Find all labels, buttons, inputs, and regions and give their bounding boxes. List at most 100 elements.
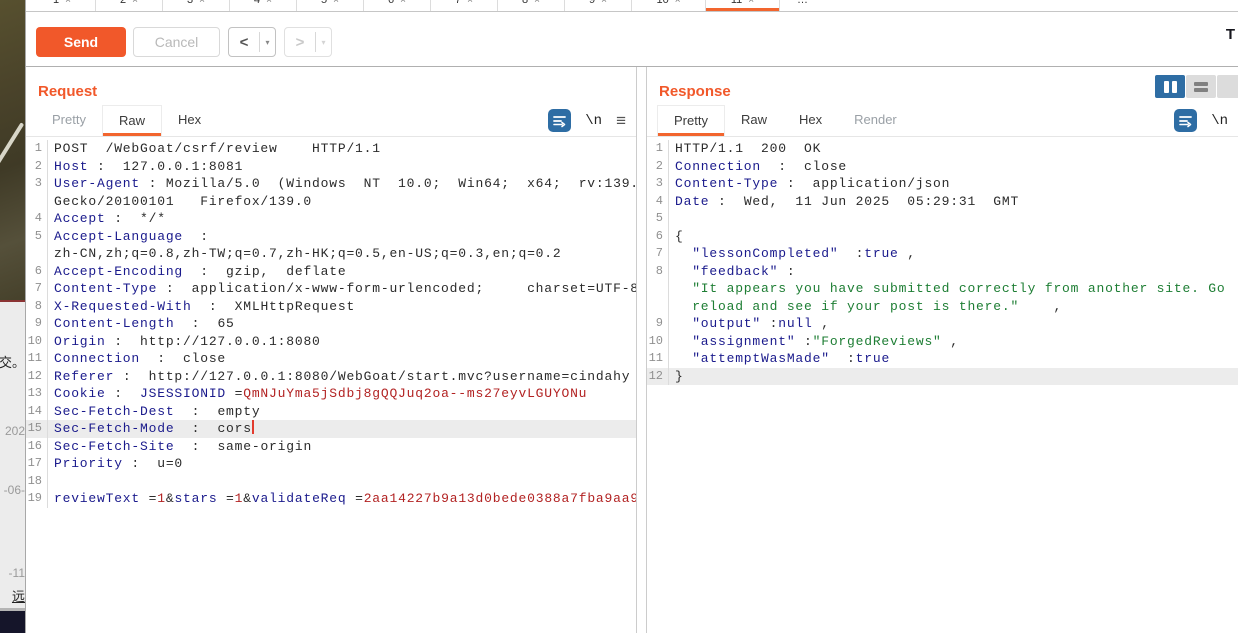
editor-line[interactable]: 10 "assignment" :"ForgedReviews" , (647, 333, 1238, 351)
line-number: 13 (26, 385, 48, 403)
repeater-tab-4[interactable]: 4× (230, 0, 297, 11)
editor-line[interactable]: 1POST /WebGoat/csrf/review HTTP/1.1 (26, 140, 636, 158)
repeater-tab-5[interactable]: 5× (297, 0, 364, 11)
editor-line[interactable]: 16Sec-Fetch-Site : same-origin (26, 438, 636, 456)
close-tab-icon[interactable]: × (65, 0, 71, 6)
line-content: User-Agent : Mozilla/5.0 (Windows NT 10.… (48, 175, 636, 193)
editor-line[interactable]: 3User-Agent : Mozilla/5.0 (Windows NT 10… (26, 175, 636, 193)
line-number: 8 (647, 263, 669, 281)
close-tab-icon[interactable]: × (400, 0, 406, 6)
tabs-layout-icon[interactable] (1217, 75, 1238, 98)
request-tab-pretty[interactable]: Pretty (36, 105, 102, 136)
editor-line[interactable]: 5 (647, 210, 1238, 228)
back-chevron-icon[interactable]: < (229, 34, 259, 51)
response-tab-render[interactable]: Render (838, 105, 913, 136)
editor-line[interactable]: 4Accept : */* (26, 210, 636, 228)
editor-line[interactable]: "It appears you have submitted correctly… (647, 280, 1238, 298)
editor-line[interactable]: 6Accept-Encoding : gzip, deflate (26, 263, 636, 281)
editor-line[interactable]: zh-CN,zh;q=0.8,zh-TW;q=0.7,zh-HK;q=0.5,e… (26, 245, 636, 263)
editor-line[interactable]: 9 "output" :null , (647, 315, 1238, 333)
editor-line[interactable]: 17Priority : u=0 (26, 455, 636, 473)
repeater-tab-2[interactable]: 2× (96, 0, 163, 11)
editor-line[interactable]: 11Connection : close (26, 350, 636, 368)
editor-line[interactable]: reload and see if your post is there." , (647, 298, 1238, 316)
line-number: 2 (26, 158, 48, 176)
repeater-tab-7[interactable]: 7× (431, 0, 498, 11)
background-app-strip: 交。 202 -06- -11 远 (0, 0, 25, 633)
response-editor[interactable]: 1HTTP/1.1 200 OK2Connection : close3Cont… (647, 137, 1238, 633)
editor-line[interactable]: 8 "feedback" : (647, 263, 1238, 281)
line-content: Content-Type : application/json (669, 175, 950, 193)
close-tab-icon[interactable]: × (534, 0, 540, 6)
request-editor[interactable]: 1POST /WebGoat/csrf/review HTTP/1.12Host… (26, 137, 636, 633)
request-panel-title: Request (38, 83, 636, 101)
repeater-tab-10[interactable]: 10× (632, 0, 706, 11)
close-tab-icon[interactable]: × (132, 0, 138, 6)
send-button[interactable]: Send (36, 27, 126, 57)
history-back-button[interactable]: < ▾ (228, 27, 276, 57)
line-content: } (669, 368, 684, 386)
repeater-tab-11[interactable]: 11× (706, 0, 780, 11)
tab-overflow-button[interactable]: … (780, 0, 825, 11)
editor-line[interactable]: 18 (26, 473, 636, 491)
editor-menu-icon[interactable]: ≡ (616, 111, 626, 131)
repeater-tab-3[interactable]: 3× (163, 0, 230, 11)
editor-line[interactable]: 10Origin : http://127.0.0.1:8080 (26, 333, 636, 351)
request-tab-raw[interactable]: Raw (102, 105, 162, 136)
back-dropdown-icon[interactable]: ▾ (260, 38, 275, 47)
editor-line[interactable]: 6{ (647, 228, 1238, 246)
background-text-fragment: -11 (9, 566, 25, 580)
editor-line[interactable]: 3Content-Type : application/json (647, 175, 1238, 193)
response-tab-hex[interactable]: Hex (783, 105, 838, 136)
close-tab-icon[interactable]: × (467, 0, 473, 6)
background-link-fragment[interactable]: 远 (12, 586, 25, 605)
response-tab-pretty[interactable]: Pretty (657, 105, 725, 136)
editor-line[interactable]: 7 "lessonCompleted" :true , (647, 245, 1238, 263)
close-tab-icon[interactable]: × (199, 0, 205, 6)
editor-line[interactable]: 14Sec-Fetch-Dest : empty (26, 403, 636, 421)
line-content: Cookie : JSESSIONID =QmNJuYma5jSdbj8gQQJ… (48, 385, 587, 403)
forward-chevron-icon[interactable]: > (285, 34, 315, 51)
editor-line[interactable]: 4Date : Wed, 11 Jun 2025 05:29:31 GMT (647, 193, 1238, 211)
rows-layout-icon[interactable] (1186, 75, 1216, 98)
editor-line[interactable]: 8X-Requested-With : XMLHttpRequest (26, 298, 636, 316)
line-content: Content-Length : 65 (48, 315, 235, 333)
close-tab-icon[interactable]: × (266, 0, 272, 6)
columns-layout-icon[interactable] (1155, 75, 1185, 98)
editor-line[interactable]: 12Referer : http://127.0.0.1:8080/WebGoa… (26, 368, 636, 386)
history-forward-button[interactable]: > ▾ (284, 27, 332, 57)
editor-line[interactable]: 15Sec-Fetch-Mode : cors (26, 420, 636, 438)
editor-line[interactable]: 13Cookie : JSESSIONID =QmNJuYma5jSdbj8gQ… (26, 385, 636, 403)
editor-line[interactable]: 7Content-Type : application/x-www-form-u… (26, 280, 636, 298)
editor-line[interactable]: 9Content-Length : 65 (26, 315, 636, 333)
repeater-tab-8[interactable]: 8× (498, 0, 565, 11)
repeater-tab-6[interactable]: 6× (364, 0, 431, 11)
cancel-button[interactable]: Cancel (133, 27, 220, 57)
editor-line[interactable]: 2Connection : close (647, 158, 1238, 176)
request-tab-hex[interactable]: Hex (162, 105, 217, 136)
editor-line[interactable]: 1HTTP/1.1 200 OK (647, 140, 1238, 158)
repeater-tab-1[interactable]: 1× (29, 0, 96, 11)
line-number: 12 (26, 368, 48, 386)
close-tab-icon[interactable]: × (675, 0, 681, 6)
line-number: 9 (26, 315, 48, 333)
editor-line[interactable]: 5Accept-Language : (26, 228, 636, 246)
forward-dropdown-icon[interactable]: ▾ (316, 38, 331, 47)
prettify-icon[interactable] (1174, 109, 1197, 132)
editor-line[interactable]: Gecko/20100101 Firefox/139.0 (26, 193, 636, 211)
line-number: 15 (26, 420, 48, 438)
editor-line[interactable]: 19reviewText =1&stars =1&validateReq =2a… (26, 490, 636, 508)
editor-line[interactable]: 12} (647, 368, 1238, 386)
editor-line[interactable]: 11 "attemptWasMade" :true (647, 350, 1238, 368)
close-tab-icon[interactable]: × (333, 0, 339, 6)
prettify-icon[interactable] (548, 109, 571, 132)
line-number: 4 (647, 193, 669, 211)
editor-line[interactable]: 2Host : 127.0.0.1:8081 (26, 158, 636, 176)
response-tab-raw[interactable]: Raw (725, 105, 783, 136)
repeater-tab-9[interactable]: 9× (565, 0, 632, 11)
show-newlines-icon[interactable]: \n (585, 113, 602, 129)
line-content: Date : Wed, 11 Jun 2025 05:29:31 GMT (669, 193, 1019, 211)
close-tab-icon[interactable]: × (748, 0, 754, 6)
show-newlines-icon[interactable]: \n (1211, 113, 1228, 129)
close-tab-icon[interactable]: × (601, 0, 607, 6)
